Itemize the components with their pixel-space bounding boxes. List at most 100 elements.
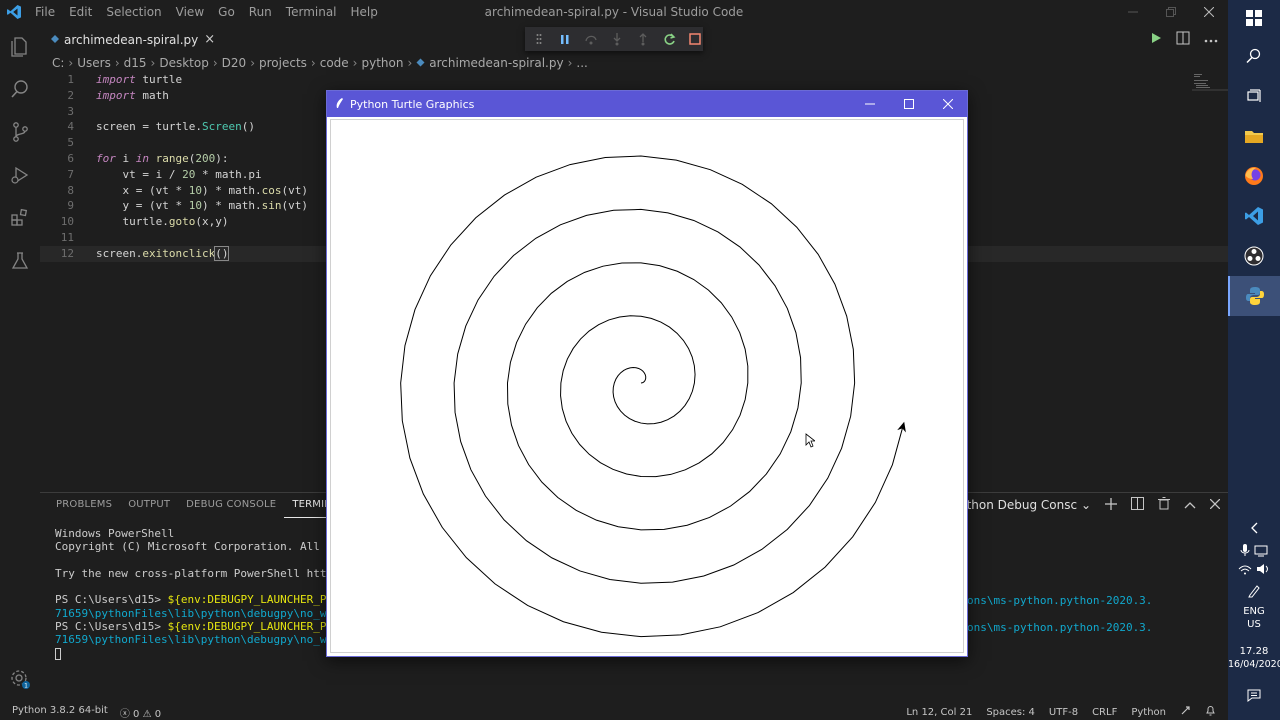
step-into-icon[interactable] [609,31,624,47]
python-taskbar-icon[interactable] [1228,276,1280,316]
code-text: screen = turtle.Screen() [96,120,255,134]
breadcrumb-item[interactable]: python [361,56,403,70]
notifications-bell-icon[interactable] [1205,705,1216,719]
line-number: 4 [67,120,74,134]
line-ending[interactable]: CRLF [1092,707,1117,718]
split-editor-icon[interactable] [1176,31,1190,48]
terminal-line-fragment: ons\ms-python.python-2020.3. [967,594,1153,607]
language-mode[interactable]: Python [1131,707,1166,718]
archimedean-spiral-path [400,155,904,638]
terminal-selector[interactable]: ython Debug Consc ⌄ [959,498,1091,512]
breadcrumb-file[interactable]: archimedean-spiral.py [429,56,563,70]
breadcrumb-item[interactable]: d15 [124,56,147,70]
manage-gear-icon[interactable]: 1 [0,664,40,694]
breadcrumb-item[interactable]: Users [77,56,111,70]
python-interpreter[interactable]: Python 3.8.2 64-bit [12,705,108,720]
restore-button[interactable] [1152,0,1190,24]
source-control-icon[interactable] [0,110,40,153]
menu-run[interactable]: Run [242,0,279,24]
search-icon[interactable] [0,67,40,110]
menu-edit[interactable]: Edit [62,0,99,24]
trash-icon[interactable] [1158,497,1170,513]
pen-ink-icon[interactable] [1228,584,1280,601]
tray-expand-chevron-icon[interactable] [1228,522,1280,537]
breadcrumb-item[interactable]: C: [52,56,64,70]
close-window-button[interactable] [1190,0,1228,24]
svg-text:1: 1 [24,683,28,690]
run-file-icon[interactable] [1150,32,1162,47]
action-center-icon[interactable] [1228,688,1280,705]
wifi-icon[interactable] [1238,565,1252,578]
more-actions-icon[interactable] [1204,32,1218,46]
debug-toolbar [525,27,703,51]
menu-view[interactable]: View [169,0,211,24]
terminal-output[interactable]: Windows PowerShell Copyright (C) Microso… [55,527,353,660]
tab-problems[interactable]: PROBLEMS [48,493,120,517]
terminal-prompt: PS C:\Users\d15> [55,593,168,607]
turtle-canvas[interactable] [330,119,964,653]
drag-handle-icon[interactable] [531,31,546,47]
extensions-icon[interactable] [0,196,40,239]
code-text: screen.exitonclick() [96,245,230,261]
menu-help[interactable]: Help [344,0,385,24]
vscode-taskbar-icon[interactable] [1228,196,1280,236]
explorer-icon[interactable] [0,24,40,67]
terminal-line-fragment: ons\ms-python.python-2020.3. [967,621,1153,634]
breadcrumb-more[interactable]: ... [576,56,587,70]
turtle-close-button[interactable] [928,91,967,117]
code-line: 1 import turtle [40,72,1228,88]
turtle-maximize-button[interactable] [889,91,928,117]
taskbar-search-icon[interactable] [1228,36,1280,76]
pause-icon[interactable] [557,31,572,47]
task-view-icon[interactable] [1228,76,1280,116]
breadcrumb-item[interactable]: code [320,56,349,70]
breadcrumb-item[interactable]: D20 [222,56,247,70]
windows-start-icon[interactable] [1228,0,1280,36]
menu-terminal[interactable]: Terminal [279,0,344,24]
breadcrumb: C: › Users › d15 › Desktop › D20 › projects › … [52,55,588,71]
feedback-icon[interactable] [1180,705,1191,719]
display-icon[interactable] [1254,545,1268,560]
tab-debug-console[interactable]: DEBUG CONSOLE [178,493,284,517]
split-terminal-icon[interactable] [1131,497,1144,513]
breadcrumb-item[interactable]: projects [259,56,307,70]
menu-selection[interactable]: Selection [99,0,168,24]
firefox-icon[interactable] [1228,156,1280,196]
editor-actions [1150,24,1218,54]
stop-icon[interactable] [688,31,703,47]
close-panel-icon[interactable] [1209,498,1221,512]
terminal-line: PS C:\Users\d15> ${env:DEBUGPY_LAUNCHER_… [55,593,353,606]
turtle-window-titlebar[interactable]: Python Turtle Graphics [327,91,967,117]
indentation[interactable]: Spaces: 4 [986,707,1035,718]
tray-icons-row-2 [1228,563,1280,578]
line-number: 8 [67,183,74,197]
new-terminal-icon[interactable] [1105,497,1117,513]
step-over-icon[interactable] [583,31,598,47]
clock-time: 17.28 [1239,646,1269,657]
tab-archimedean-spiral[interactable]: archimedean-spiral.py × [40,24,226,54]
menu-go[interactable]: Go [211,0,242,24]
restart-icon[interactable] [662,31,677,47]
breadcrumb-chevron-icon: › [250,56,255,70]
microphone-icon[interactable] [1240,544,1250,560]
terminal-path: 71659\pythonFiles\lib\python\debugpy\no_… [55,606,354,620]
breadcrumb-item[interactable]: Desktop [159,56,209,70]
problems-indicator[interactable]: ⓧ 0 ⚠ 0 [120,705,161,720]
menu-file[interactable]: File [28,0,62,24]
tab-output[interactable]: OUTPUT [120,493,178,517]
run-debug-icon[interactable] [0,153,40,196]
turtle-minimize-button[interactable] [850,91,889,117]
tab-close-icon[interactable]: × [204,32,215,47]
volume-icon[interactable] [1256,564,1270,578]
cursor-position[interactable]: Ln 12, Col 21 [906,707,972,718]
language-indicator[interactable]: ENG US [1228,606,1280,630]
file-explorer-icon[interactable] [1228,116,1280,156]
obs-studio-icon[interactable] [1228,236,1280,276]
step-out-icon[interactable] [636,31,651,47]
maximize-panel-icon[interactable] [1184,498,1196,512]
testing-flask-icon[interactable] [0,239,40,282]
line-number: 6 [67,151,74,165]
encoding[interactable]: UTF-8 [1049,707,1078,718]
minimize-button[interactable] [1114,0,1152,24]
clock[interactable]: 17.28 16/04/2020 [1228,646,1280,670]
